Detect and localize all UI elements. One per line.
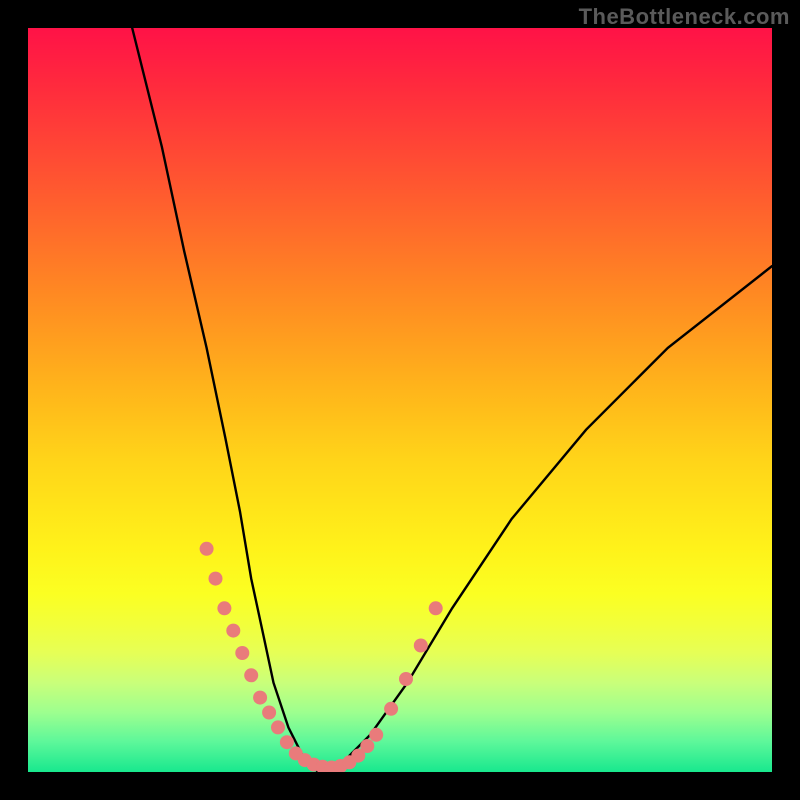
data-point: [280, 735, 294, 749]
data-point: [271, 720, 285, 734]
data-point: [209, 572, 223, 586]
data-point: [200, 542, 214, 556]
chart-frame: TheBottleneck.com: [0, 0, 800, 800]
data-point: [235, 646, 249, 660]
data-point: [429, 601, 443, 615]
data-point: [384, 702, 398, 716]
data-point: [399, 672, 413, 686]
data-point: [244, 668, 258, 682]
data-point: [253, 691, 267, 705]
watermark-text: TheBottleneck.com: [579, 4, 790, 30]
data-point: [360, 739, 374, 753]
bottleneck-curve: [132, 28, 772, 772]
data-point: [369, 728, 383, 742]
data-point-group: [200, 542, 443, 772]
data-point: [226, 624, 240, 638]
data-point: [217, 601, 231, 615]
data-point: [262, 706, 276, 720]
curve-svg: [28, 28, 772, 772]
data-point: [414, 639, 428, 653]
plot-area: [28, 28, 772, 772]
